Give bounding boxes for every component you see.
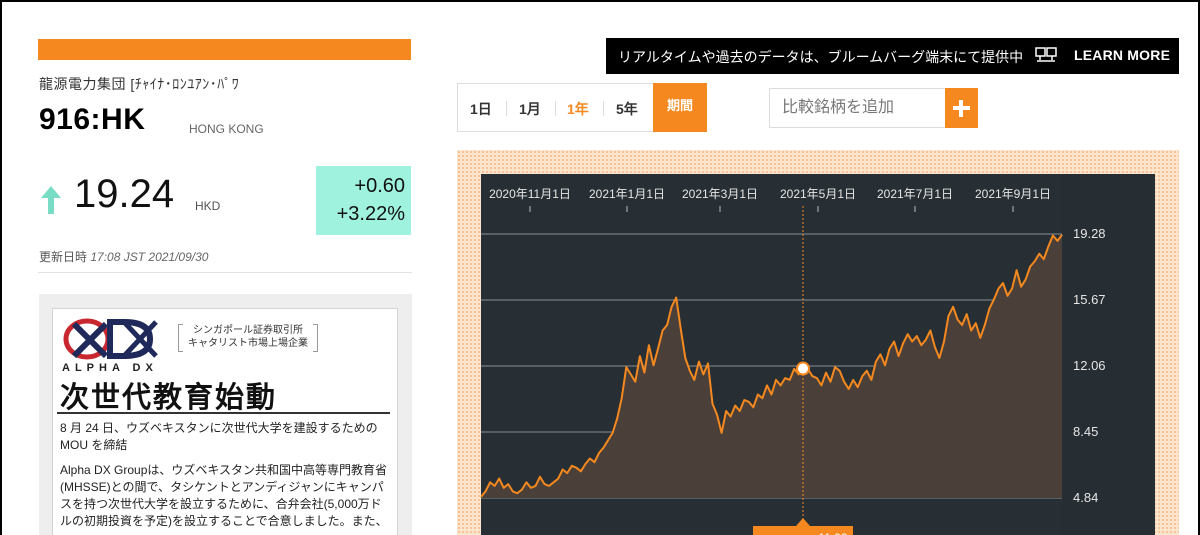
price-chart[interactable]: 2020年11月1日 2021年1月1日 2021年3月1日 2021年5月1日 202…: [457, 150, 1179, 535]
tab-1y[interactable]: 1年: [567, 99, 589, 119]
exchange-name: HONG KONG: [189, 122, 264, 136]
ad-body-text: Alpha DX Groupは、ウズベキスタン共和国中高等専門教育省(MHSSE…: [60, 463, 388, 528]
ad-divider: [57, 412, 390, 414]
price-change-badge: +0.60 +3.22%: [316, 166, 411, 235]
accent-bar: [38, 39, 411, 60]
tab-5y[interactable]: 5年: [616, 99, 638, 119]
price-change-percent: +3.22%: [336, 203, 405, 225]
ad-brand: ALPHA DX: [62, 362, 158, 374]
update-label: 更新日時: [39, 250, 88, 264]
terminal-icon: [1035, 47, 1057, 62]
y-tick-label: 15.67: [1073, 292, 1106, 307]
x-tick-label: 2021年5月1日: [780, 187, 856, 201]
company-name: 龍源電力集団 [ﾁｬｲﾅ･ﾛﾝﾕｱﾝ･ﾊﾟﾜ: [39, 76, 240, 92]
price-change: +0.60: [354, 175, 405, 197]
ad-headline: 次世代教育始動: [60, 382, 278, 414]
ad-exchange-note: シンガポール証券取引所 キャタリスト市場上場企業: [178, 324, 318, 354]
y-tick-label: 4.84: [1073, 490, 1098, 505]
tab-period[interactable]: 期間: [653, 83, 707, 132]
tab-1m[interactable]: 1月: [519, 99, 541, 119]
bracket-left: [178, 324, 183, 352]
x-tick-label: 2021年1月1日: [589, 187, 665, 201]
ad-subheadline: 8 月 24 日、ウズベキスタンに次世代大学を建設するための MOU を締結: [60, 421, 378, 452]
add-compare-button[interactable]: [945, 88, 978, 128]
bloomberg-promo-bar[interactable]: リアルタイムや過去のデータは、ブルームバーグ端末にて提供中 LEARN MORE: [606, 38, 1179, 74]
compare-symbol-input[interactable]: [769, 88, 945, 128]
learn-more-link[interactable]: LEARN MORE: [1074, 47, 1170, 63]
page-frame: 龍源電力集団 [ﾁｬｲﾅ･ﾛﾝﾕｱﾝ･ﾊﾟﾜ 916:HK HONG KONG …: [0, 0, 1200, 535]
arrow-up-icon: [41, 186, 61, 214]
bracket-right: [313, 324, 318, 352]
x-tick-label: 2021年7月1日: [877, 187, 953, 201]
alpha-dx-logo: [63, 318, 158, 360]
x-tick-label: 2021年9月1日: [975, 187, 1051, 201]
ad-exchange-line-1: シンガポール証券取引所: [193, 325, 303, 336]
tab-divider: [506, 101, 507, 116]
tooltip-value: 11.92: [818, 531, 847, 535]
crosshair-point: [796, 361, 810, 376]
update-timestamp: 更新日時 17:08 JST 2021/09/30: [39, 248, 208, 265]
divider: [38, 272, 412, 273]
currency-code: HKD: [195, 199, 221, 213]
tab-divider: [555, 101, 556, 116]
x-tick-label: 2021年3月1日: [682, 187, 758, 201]
y-tick-label: 8.45: [1073, 424, 1098, 439]
last-price: 19.24: [74, 172, 175, 216]
x-tick-label: 2020年11月1日: [489, 187, 571, 201]
ticker-symbol: 916:HK: [39, 103, 146, 136]
update-value: 17:08 JST 2021/09/30: [90, 250, 209, 264]
bloomberg-promo-text: リアルタイムや過去のデータは、ブルームバーグ端末にて提供中: [618, 49, 1024, 65]
y-tick-label: 19.28: [1073, 226, 1106, 241]
tab-divider: [603, 101, 604, 116]
y-tick-label: 12.06: [1073, 358, 1106, 373]
range-tabs: 1日 1月 1年 5年 期間: [457, 83, 707, 132]
ad-exchange-line-2: キャタリスト市場上場企業: [188, 338, 308, 349]
tab-1d[interactable]: 1日: [470, 99, 492, 119]
